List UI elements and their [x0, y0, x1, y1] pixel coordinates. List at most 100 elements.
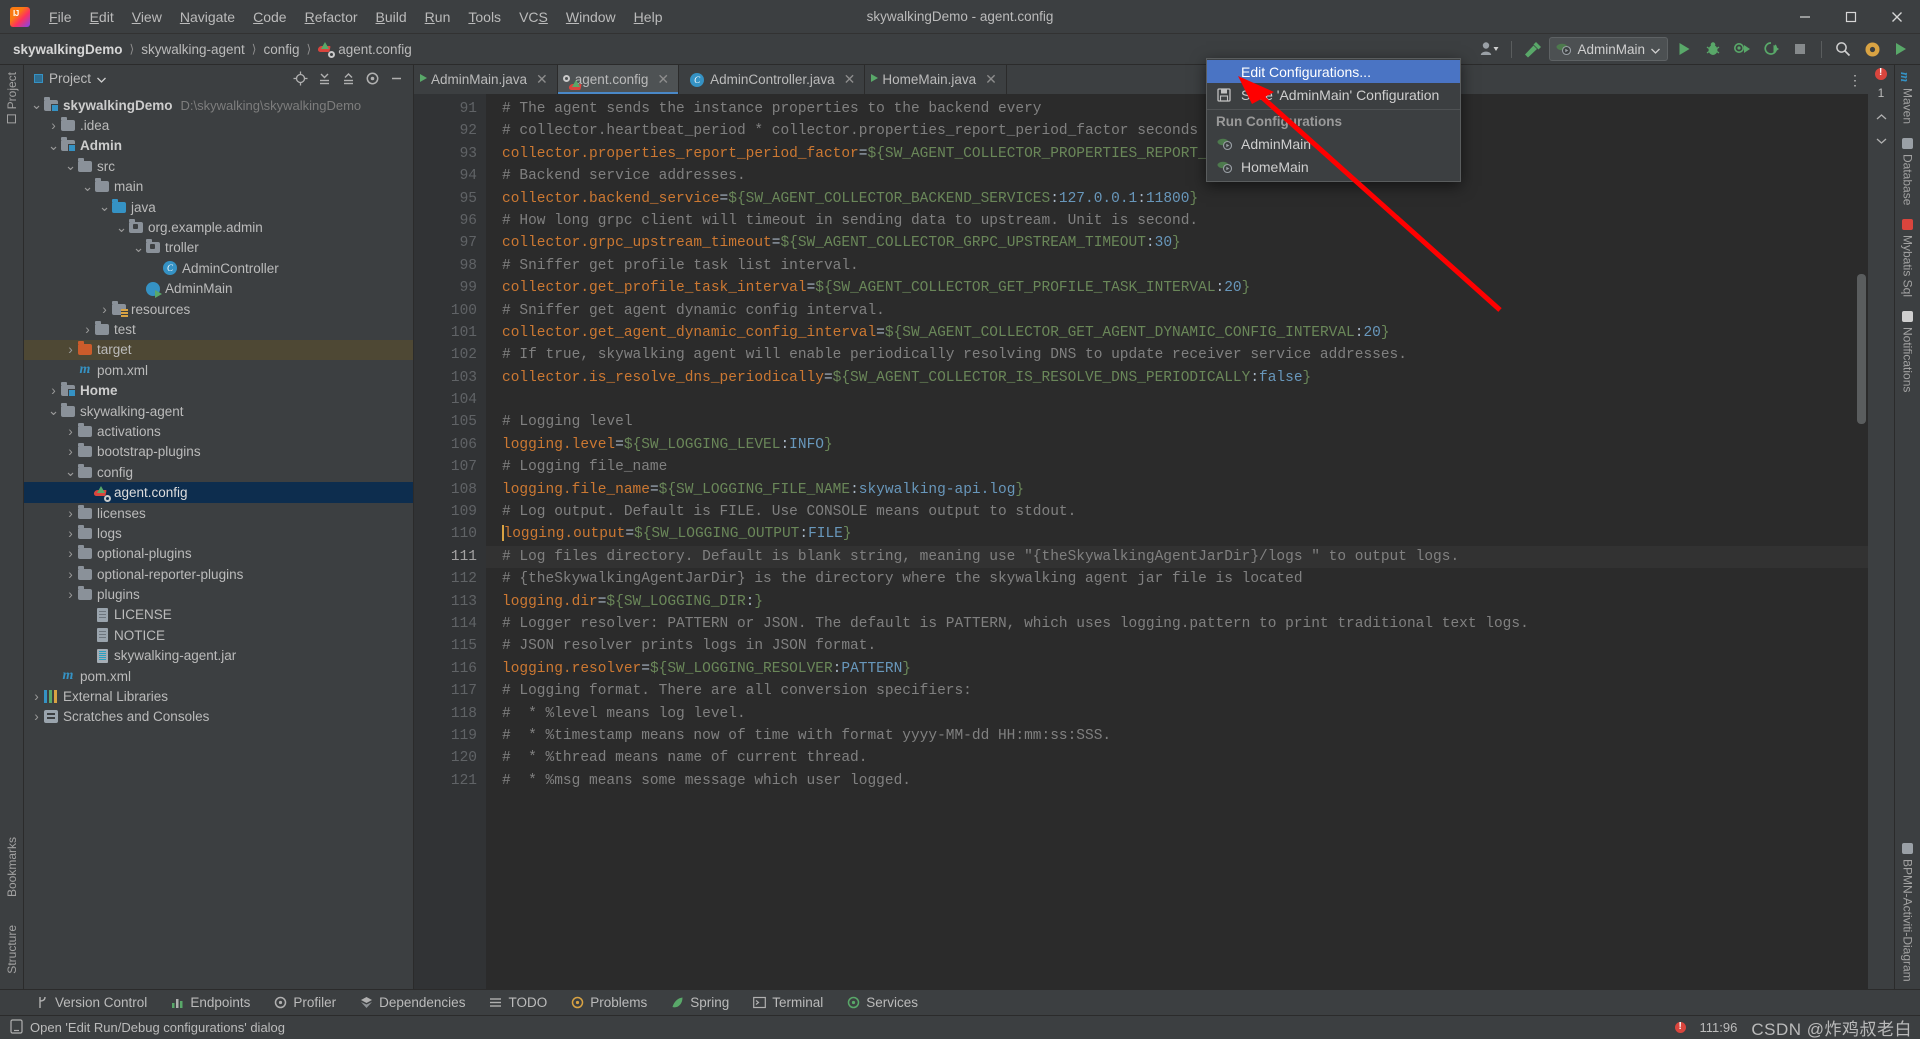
chevron-down-icon[interactable]: ⌄: [47, 138, 60, 153]
menu-window[interactable]: Window: [557, 5, 625, 29]
tree-node-config[interactable]: ⌄ config: [24, 462, 413, 482]
tree-node-bootstrap-plugins[interactable]: › bootstrap-plugins: [24, 442, 413, 462]
tree-node-pom-xml[interactable]: m pom.xml: [24, 666, 413, 686]
code-line[interactable]: # * %level means log level.: [486, 703, 1868, 725]
code-line[interactable]: # Backend service addresses.: [486, 165, 1868, 187]
settings-gear-icon[interactable]: [361, 68, 383, 89]
tree-node-skywalking-agent[interactable]: ⌄ skywalking-agent: [24, 401, 413, 421]
tool-window-terminal[interactable]: Terminal: [741, 991, 835, 1015]
tool-window-spring[interactable]: Spring: [659, 991, 741, 1015]
breadcrumb-folder[interactable]: config: [261, 41, 301, 58]
rail-item-structure[interactable]: Structure: [5, 918, 19, 981]
code-line[interactable]: collector.properties_report_period_facto…: [486, 143, 1868, 165]
tree-node-home[interactable]: › Home: [24, 380, 413, 400]
close-icon[interactable]: ✕: [536, 71, 548, 88]
debug-bug-icon[interactable]: [1700, 37, 1726, 61]
hide-icon[interactable]: [385, 68, 407, 89]
tree-node-logs[interactable]: › logs: [24, 523, 413, 543]
rail-item-bpmn-activiti-diagram[interactable]: BPMN-Activiti-Diagram: [1901, 836, 1915, 989]
tree-node-plugins[interactable]: › plugins: [24, 584, 413, 604]
menu-navigate[interactable]: Navigate: [171, 5, 244, 29]
chevron-right-icon[interactable]: ›: [64, 546, 77, 561]
code-line[interactable]: logging.output=${SW_LOGGING_OUTPUT:FILE}: [486, 523, 1868, 545]
chevron-right-icon[interactable]: ›: [64, 506, 77, 521]
tree-node-scratches-and-consoles[interactable]: › Scratches and Consoles: [24, 707, 413, 727]
code-line[interactable]: collector.is_resolve_dns_periodically=${…: [486, 367, 1868, 389]
rail-item-mybatis-sql[interactable]: Mybatis Sql: [1901, 212, 1915, 304]
menu-build[interactable]: Build: [367, 5, 416, 29]
more-options-icon[interactable]: ⋮: [1848, 73, 1862, 87]
code-content[interactable]: # The agent sends the instance propertie…: [486, 94, 1868, 989]
tree-node-skywalking-agent-jar[interactable]: skywalking-agent.jar: [24, 646, 413, 666]
tree-node-licenses[interactable]: › licenses: [24, 503, 413, 523]
code-line[interactable]: # collector.heartbeat_period * collector…: [486, 120, 1868, 142]
editor-vertical-scrollbar[interactable]: [1857, 274, 1866, 424]
tree-node-external-libraries[interactable]: › External Libraries: [24, 686, 413, 706]
tool-window-problems[interactable]: Problems: [559, 991, 659, 1015]
run-coverage-icon[interactable]: [1729, 37, 1755, 61]
breadcrumb-file[interactable]: agent.config: [316, 41, 414, 58]
chevron-down-icon[interactable]: ⌄: [64, 158, 77, 173]
chevron-down-icon[interactable]: ⌄: [132, 240, 145, 255]
chevron-right-icon[interactable]: ›: [64, 587, 77, 602]
record-red-dot-icon[interactable]: [1674, 1021, 1686, 1033]
chevron-right-icon[interactable]: ›: [64, 342, 77, 357]
tree-node-main[interactable]: ⌄ main: [24, 177, 413, 197]
tree-node-test[interactable]: › test: [24, 319, 413, 339]
expand-all-icon[interactable]: [313, 68, 335, 89]
inspection-error-badge[interactable]: [1875, 67, 1887, 80]
chevron-down-icon[interactable]: ⌄: [30, 97, 43, 112]
code-editor[interactable]: 91 92 93 94 95 96 97 98 99 100 101 102 103 104 105 106 1…: [414, 94, 1868, 989]
code-line[interactable]: # * %timestamp means now of time with fo…: [486, 725, 1868, 747]
code-line[interactable]: # The agent sends the instance propertie…: [486, 98, 1868, 120]
locate-icon[interactable]: [289, 68, 311, 89]
tree-node-admincontroller[interactable]: C AdminController: [24, 258, 413, 278]
collapse-all-icon[interactable]: [337, 68, 359, 89]
tree-node-notice[interactable]: NOTICE: [24, 625, 413, 645]
editor-tab-homemain-java[interactable]: HomeMain.java ✕: [865, 65, 1007, 94]
code-line[interactable]: # Sniffer get agent dynamic config inter…: [486, 300, 1868, 322]
menu-refactor[interactable]: Refactor: [296, 5, 367, 29]
user-account-icon[interactable]: [1477, 37, 1503, 61]
code-line[interactable]: logging.level=${SW_LOGGING_LEVEL:INFO}: [486, 434, 1868, 456]
code-line[interactable]: [486, 389, 1868, 411]
editor-tab-adminmain-java[interactable]: AdminMain.java ✕: [414, 65, 558, 94]
search-everywhere-icon[interactable]: [1830, 37, 1856, 61]
menu-code[interactable]: Code: [244, 5, 295, 29]
tool-window-todo[interactable]: TODO: [477, 991, 559, 1015]
breadcrumb-module[interactable]: skywalking-agent: [139, 41, 247, 58]
code-line[interactable]: # * %thread means name of current thread…: [486, 747, 1868, 769]
code-line[interactable]: # JSON resolver prints logs in JSON form…: [486, 635, 1868, 657]
tree-node-java[interactable]: ⌄ java: [24, 197, 413, 217]
code-line[interactable]: # Sniffer get profile task list interval…: [486, 255, 1868, 277]
code-line[interactable]: # {theSkywalkingAgentJarDir} is the dire…: [486, 568, 1868, 590]
run-configuration-selector[interactable]: AdminMain: [1549, 37, 1668, 61]
profiler-icon[interactable]: [1758, 37, 1784, 61]
code-line[interactable]: collector.backend_service=${SW_AGENT_COL…: [486, 188, 1868, 210]
menu-vcs[interactable]: VCS: [510, 5, 557, 29]
code-line[interactable]: # Logging format. There are all conversi…: [486, 680, 1868, 702]
close-icon[interactable]: ✕: [985, 71, 997, 88]
tool-window-endpoints[interactable]: Endpoints: [159, 991, 262, 1015]
project-tree[interactable]: ⌄ skywalkingDemo D:\skywalking\skywalkingD…: [24, 92, 413, 989]
chevron-right-icon[interactable]: ›: [64, 526, 77, 541]
tree-node-resources[interactable]: › resources: [24, 299, 413, 319]
code-line[interactable]: # Logging file_name: [486, 456, 1868, 478]
menu-item-save-configuration[interactable]: Save 'AdminMain' Configuration: [1207, 83, 1460, 106]
code-line[interactable]: logging.resolver=${SW_LOGGING_RESOLVER:P…: [486, 658, 1868, 680]
code-line[interactable]: collector.get_agent_dynamic_config_inter…: [486, 322, 1868, 344]
chevron-right-icon[interactable]: ›: [47, 383, 60, 398]
tool-window-profiler[interactable]: Profiler: [262, 991, 348, 1015]
code-line[interactable]: # Log files directory. Default is blank …: [486, 545, 1868, 569]
close-icon[interactable]: ✕: [844, 71, 856, 88]
chevron-down-icon[interactable]: ⌄: [64, 464, 77, 479]
close-button[interactable]: [1874, 0, 1920, 33]
run-configuration-dropdown[interactable]: Edit Configurations... Save 'AdminMain' …: [1206, 58, 1461, 182]
menu-run[interactable]: Run: [416, 5, 460, 29]
chevron-down-icon[interactable]: ⌄: [98, 199, 111, 214]
chevron-right-icon[interactable]: ›: [30, 709, 43, 724]
chevron-up-icon[interactable]: [1876, 108, 1887, 126]
minimize-button[interactable]: [1782, 0, 1828, 33]
tree-node-org-example-admin[interactable]: ⌄ org.example.admin: [24, 217, 413, 237]
tree-node-target[interactable]: › target: [24, 339, 413, 361]
